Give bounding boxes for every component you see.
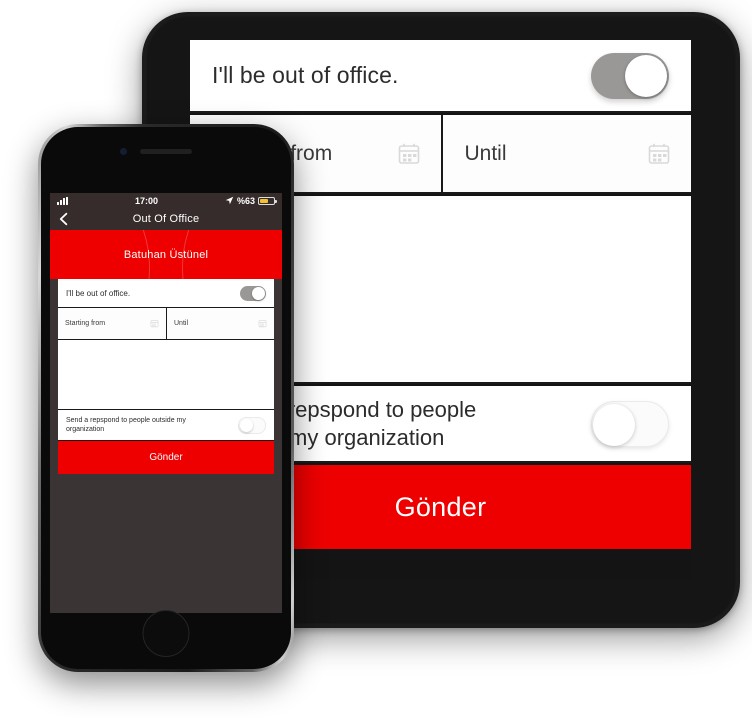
chevron-left-icon[interactable]	[57, 212, 71, 226]
toggle-knob	[252, 286, 265, 300]
outside-organization-label: Send a repspond to people outside my org…	[66, 417, 186, 433]
toggle-knob	[240, 418, 253, 432]
phone-screen: 17:00 %63 Out Of Office Batuhan Üstünel …	[50, 193, 282, 613]
out-of-office-toggle[interactable]	[591, 52, 669, 99]
profile-header: Batuhan Üstünel	[50, 230, 282, 279]
out-of-office-label: I'll be out of office.	[212, 62, 399, 88]
home-button[interactable]	[142, 610, 190, 657]
battery-percentage: %63	[236, 195, 255, 206]
until-field[interactable]: Until	[440, 115, 691, 192]
status-bar: 17:00 %63	[50, 193, 282, 208]
until-field[interactable]: Until	[166, 308, 274, 339]
front-camera-icon	[120, 148, 127, 155]
signal-bars-icon	[57, 196, 68, 205]
calendar-icon	[150, 320, 159, 328]
calendar-icon	[648, 143, 670, 164]
message-body-textarea[interactable]	[58, 340, 274, 410]
toggle-knob	[593, 403, 635, 446]
navigation-bar: Out Of Office	[50, 208, 282, 230]
out-of-office-label: I'll be out of office.	[66, 288, 131, 298]
starting-from-placeholder: Starting from	[65, 320, 106, 327]
user-name: Batuhan Üstünel	[123, 248, 209, 261]
phone-device-frame: 17:00 %63 Out Of Office Batuhan Üstünel …	[38, 124, 294, 672]
earpiece-speaker	[140, 149, 192, 154]
outside-organization-toggle[interactable]	[238, 416, 266, 434]
out-of-office-row: I'll be out of office.	[58, 279, 274, 308]
toggle-knob	[625, 54, 667, 97]
until-placeholder: Until	[174, 320, 189, 327]
status-bar-right: %63	[225, 195, 277, 206]
page-title: Out Of Office	[132, 213, 200, 225]
starting-from-field[interactable]: Starting from	[58, 308, 166, 339]
battery-icon	[257, 196, 277, 205]
until-placeholder: Until	[464, 141, 507, 165]
calendar-icon	[398, 143, 419, 164]
status-bar-time: 17:00	[134, 195, 158, 206]
location-arrow-icon	[225, 196, 234, 205]
calendar-icon	[258, 320, 267, 328]
out-of-office-row: I'll be out of office.	[190, 40, 691, 113]
out-of-office-form: I'll be out of office. Starting from Unt…	[58, 279, 274, 474]
outside-organization-toggle[interactable]	[591, 400, 669, 447]
date-range-row: Starting from Until	[58, 308, 274, 340]
submit-button[interactable]: Gönder	[58, 441, 274, 474]
outside-organization-row: Send a repspond to people outside my org…	[58, 410, 274, 441]
status-bar-left	[57, 196, 68, 205]
out-of-office-toggle[interactable]	[240, 285, 266, 301]
phone-body: 17:00 %63 Out Of Office Batuhan Üstünel …	[41, 127, 291, 669]
